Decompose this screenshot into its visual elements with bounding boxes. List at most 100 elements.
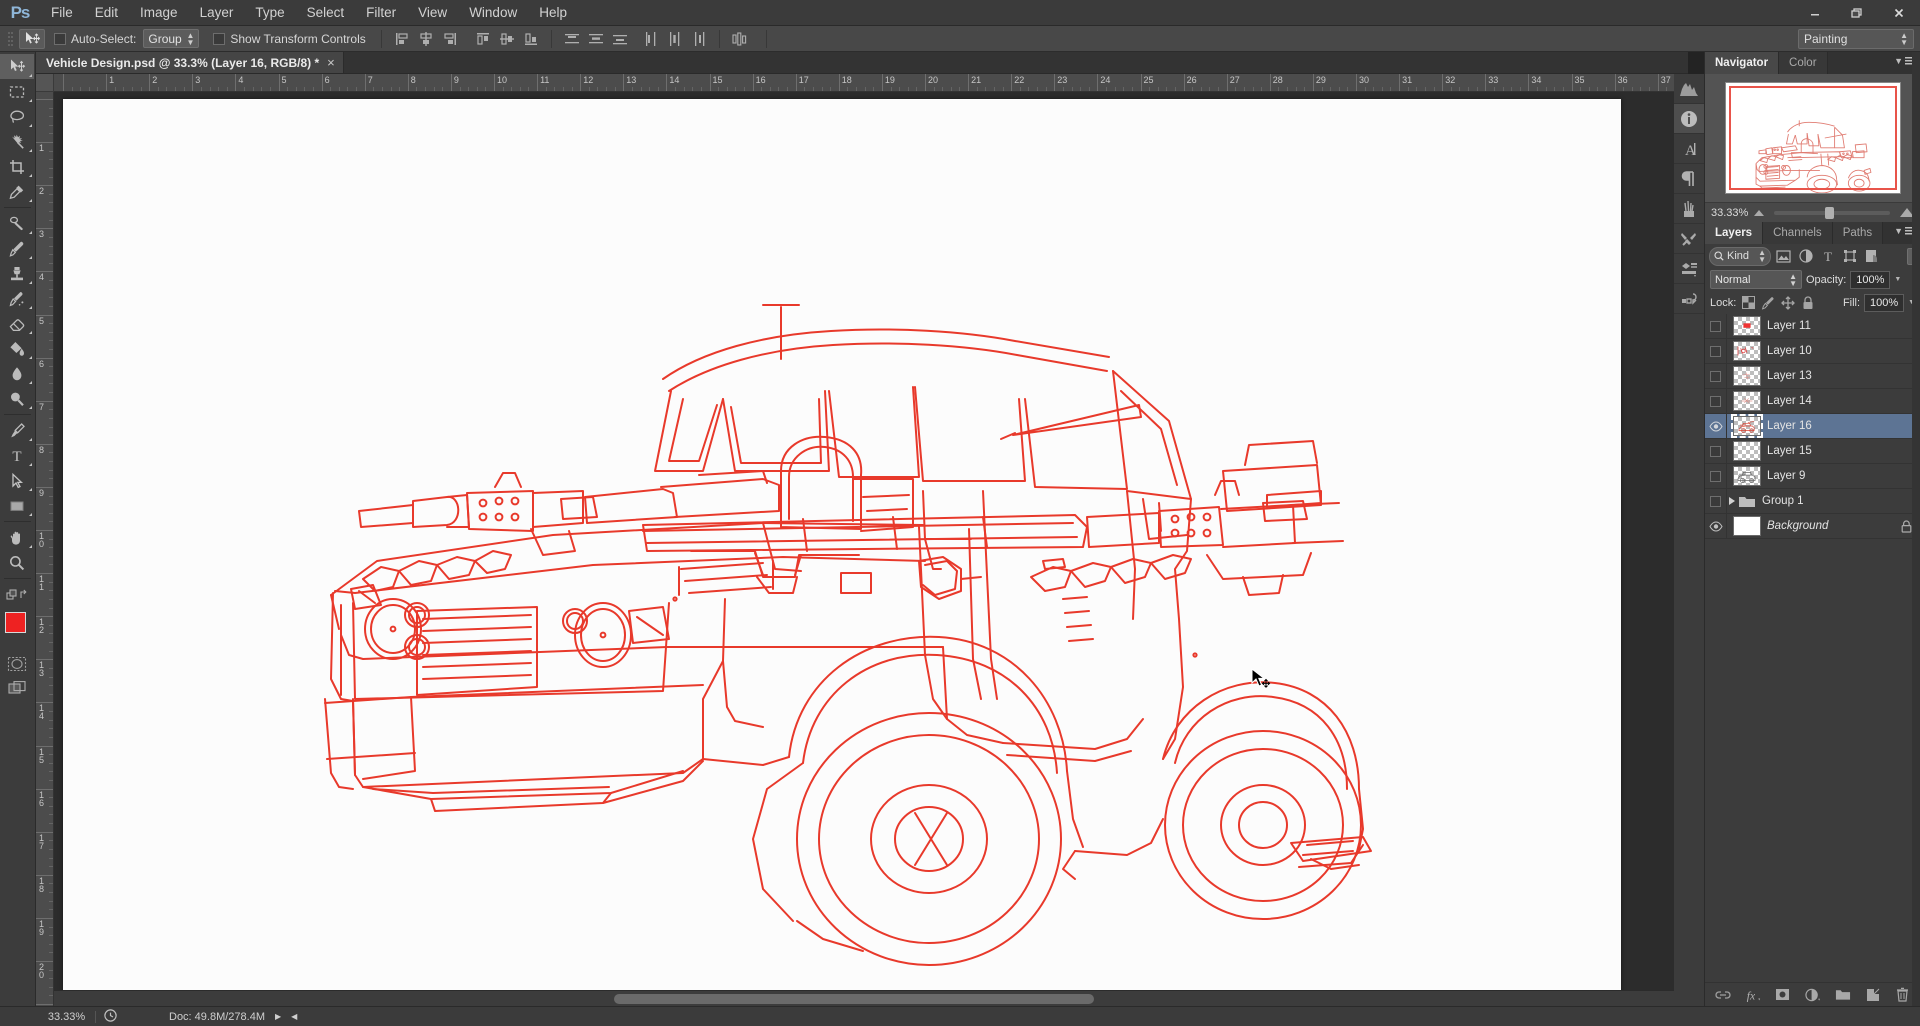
distribute-vertical-centers-button[interactable]	[585, 28, 607, 49]
brush-tool[interactable]	[0, 236, 34, 261]
navigator-zoom-slider[interactable]	[1774, 206, 1890, 219]
vertical-ruler[interactable]: 123456789101112131415161718192021	[36, 92, 54, 1006]
filter-kind-dropdown[interactable]: Kind ▲ ▼	[1709, 246, 1771, 266]
layer-visibility-toggle[interactable]	[1705, 438, 1727, 464]
tool-presets-icon[interactable]	[1674, 224, 1704, 254]
layer-visibility-toggle[interactable]	[1705, 363, 1727, 389]
layer-thumbnail[interactable]	[1733, 391, 1761, 411]
table-row[interactable]: Layer 16	[1705, 413, 1920, 439]
brush-presets-icon[interactable]	[1674, 194, 1704, 224]
tab-color[interactable]: Color	[1779, 52, 1828, 74]
table-row[interactable]: Layer 13	[1705, 363, 1920, 389]
lock-transparent-pixels-icon[interactable]	[1740, 295, 1756, 311]
filter-pixel-icon[interactable]	[1774, 247, 1793, 266]
eyedropper-tool[interactable]	[0, 179, 34, 204]
menu-file[interactable]: File	[40, 1, 84, 24]
layer-visibility-toggle[interactable]	[1705, 513, 1727, 539]
blend-mode-dropdown[interactable]: Normal ▲ ▼	[1710, 270, 1802, 289]
layer-thumbnail[interactable]	[1733, 466, 1761, 486]
layer-visibility-toggle[interactable]	[1705, 313, 1727, 339]
histogram-icon[interactable]	[1674, 74, 1704, 104]
layer-name[interactable]: Group 1	[1762, 495, 1804, 507]
minimize-button[interactable]	[1794, 0, 1836, 26]
align-right-edges-button[interactable]	[439, 28, 461, 49]
quick-mask-toggle[interactable]	[0, 652, 34, 676]
layer-visibility-toggle[interactable]	[1705, 488, 1727, 514]
navigator-thumbnail[interactable]	[1724, 82, 1901, 194]
status-expand-arrow[interactable]: ▶	[275, 1012, 281, 1021]
screen-mode-toggle[interactable]	[0, 676, 34, 700]
add-layer-mask-button[interactable]	[1775, 987, 1791, 1003]
horizontal-ruler[interactable]: 1 2 3 4 5 6 7 8 9 10 11 12 13 14 15 16 17 18 19 20 21 22 23 24 2…	[54, 74, 1688, 92]
new-layer-button[interactable]	[1865, 987, 1881, 1003]
layer-thumbnail[interactable]	[1733, 316, 1761, 336]
default-colors-swap[interactable]	[0, 582, 34, 607]
table-row[interactable]: Layer 14	[1705, 388, 1920, 414]
menu-edit[interactable]: Edit	[84, 1, 129, 24]
layer-thumbnail[interactable]	[1731, 414, 1763, 438]
tab-paths[interactable]: Paths	[1832, 222, 1884, 244]
menu-select[interactable]: Select	[296, 1, 356, 24]
auto-align-layers-button[interactable]	[729, 28, 751, 49]
table-row[interactable]: Layer 11	[1705, 313, 1920, 339]
tab-channels[interactable]: Channels	[1763, 222, 1833, 244]
tab-navigator[interactable]: Navigator	[1705, 52, 1780, 74]
pen-tool[interactable]	[0, 418, 34, 443]
show-transform-controls-checkbox[interactable]	[213, 32, 226, 45]
layer-name[interactable]: Layer 16	[1767, 420, 1812, 432]
lasso-tool[interactable]	[0, 104, 34, 129]
new-group-button[interactable]	[1835, 987, 1851, 1003]
align-left-edges-button[interactable]	[391, 28, 413, 49]
close-button[interactable]	[1878, 0, 1920, 26]
path-selection-tool[interactable]	[0, 468, 34, 493]
zoom-out-icon[interactable]	[1754, 209, 1765, 216]
lock-all-icon[interactable]	[1800, 295, 1816, 311]
add-layer-style-button[interactable]: fx	[1745, 987, 1761, 1003]
filter-type-icon[interactable]: T	[1818, 247, 1837, 266]
navigator-preview-area[interactable]	[1705, 74, 1920, 202]
filter-smart-object-icon[interactable]	[1862, 247, 1881, 266]
actions-icon[interactable]	[1674, 284, 1704, 314]
menu-image[interactable]: Image	[129, 1, 189, 24]
distribute-top-edges-button[interactable]	[561, 28, 583, 49]
history-brush-tool[interactable]	[0, 286, 34, 311]
menu-view[interactable]: View	[407, 1, 458, 24]
options-bar-grip[interactable]	[6, 30, 15, 48]
blur-tool[interactable]	[0, 361, 34, 386]
move-tool[interactable]	[0, 54, 34, 79]
layer-thumbnail[interactable]	[1733, 366, 1761, 386]
info-icon[interactable]	[1674, 104, 1704, 134]
lock-image-pixels-icon[interactable]	[1760, 295, 1776, 311]
zoom-tool[interactable]	[0, 550, 34, 575]
link-layers-button[interactable]	[1714, 987, 1731, 1003]
layer-name[interactable]: Layer 9	[1767, 470, 1805, 482]
table-row[interactable]: Background	[1705, 513, 1920, 539]
fill-input[interactable]: 100%	[1864, 293, 1905, 312]
distribute-right-edges-button[interactable]	[688, 28, 710, 49]
chevron-down-icon[interactable]: ▼	[1894, 276, 1901, 283]
auto-select-checkbox[interactable]	[54, 32, 66, 45]
align-top-edges-button[interactable]	[472, 28, 494, 49]
menu-layer[interactable]: Layer	[189, 1, 245, 24]
menu-help[interactable]: Help	[528, 1, 578, 24]
align-horizontal-centers-button[interactable]	[415, 28, 437, 49]
horizontal-type-tool[interactable]: T	[0, 443, 34, 468]
layer-name[interactable]: Layer 14	[1767, 395, 1812, 407]
magic-wand-tool[interactable]	[0, 129, 34, 154]
canvas-viewport[interactable]: RRCG 人人素材	[54, 92, 1688, 1006]
crop-tool[interactable]	[0, 154, 34, 179]
distribute-left-edges-button[interactable]	[640, 28, 662, 49]
distribute-bottom-edges-button[interactable]	[609, 28, 631, 49]
scroll-thumb-horizontal[interactable]	[614, 994, 1094, 1004]
layer-visibility-toggle[interactable]	[1705, 338, 1727, 364]
character-icon[interactable]: A	[1674, 134, 1704, 164]
filter-adjustment-icon[interactable]	[1796, 247, 1815, 266]
layer-name[interactable]: Layer 11	[1767, 320, 1811, 332]
auto-select-scope-dropdown[interactable]: Group ▲ ▼	[143, 29, 200, 48]
status-collapse-arrow[interactable]: ◀	[291, 1012, 297, 1021]
delete-layer-button[interactable]	[1895, 987, 1911, 1003]
layer-visibility-toggle[interactable]	[1705, 388, 1727, 414]
gradient-tool[interactable]	[0, 336, 34, 361]
slider-thumb[interactable]	[1825, 206, 1835, 219]
align-bottom-edges-button[interactable]	[520, 28, 542, 49]
